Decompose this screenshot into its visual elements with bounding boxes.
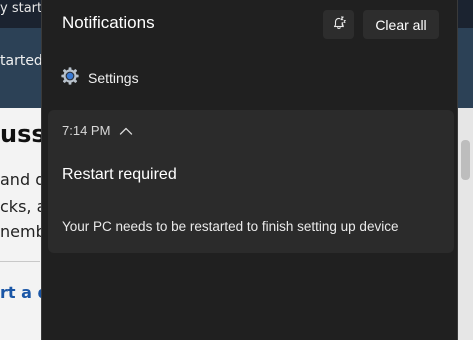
notification-center-panel: Notifications Clear all Settings 7:14 PM… [41,0,458,340]
notification-collapse-toggle[interactable]: 7:14 PM [62,121,133,140]
notification-card[interactable]: 7:14 PM Restart required Your PC needs t… [48,110,454,253]
background-paragraph-line: nemb [0,222,46,241]
background-paragraph-line: cks, a [0,197,47,216]
settings-gear-icon [60,66,80,90]
do-not-disturb-button[interactable] [323,10,354,39]
background-heading: uss [0,120,46,148]
chevron-up-icon[interactable] [119,121,133,140]
background-banner-text[interactable]: tarted [0,53,43,69]
panel-title: Notifications [62,13,155,32]
notification-body: Your PC needs to be restarted to finish … [62,219,399,234]
background-divider [0,261,40,262]
background-topbar-text: y start [0,1,43,16]
background-paragraph-line: and d [0,170,46,189]
app-group-name: Settings [88,70,139,86]
bell-zz-icon [331,15,347,35]
background-scrollbar-thumb[interactable] [461,140,470,180]
app-group-header-settings: Settings [60,66,139,90]
clear-all-button[interactable]: Clear all [363,10,439,39]
notification-time: 7:14 PM [62,123,111,138]
notification-title: Restart required [62,166,177,183]
